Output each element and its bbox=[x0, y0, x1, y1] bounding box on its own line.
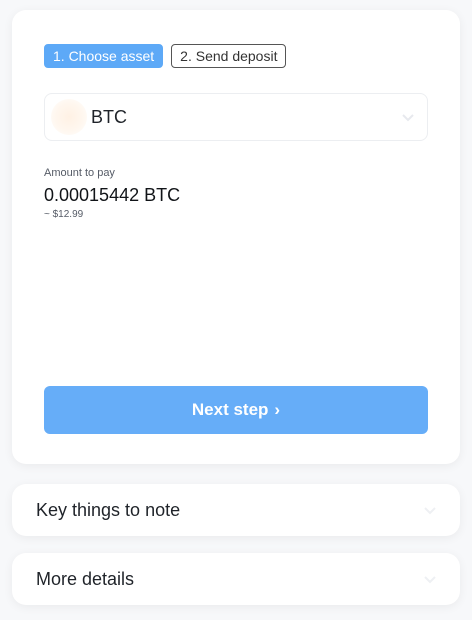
step-send-deposit[interactable]: 2. Send deposit bbox=[171, 44, 287, 68]
coin-icon bbox=[51, 99, 87, 135]
asset-select[interactable]: BTC bbox=[44, 93, 428, 141]
key-things-to-note-section[interactable]: Key things to note bbox=[12, 484, 460, 536]
amount-label: Amount to pay bbox=[44, 167, 115, 179]
next-step-label: Next step bbox=[191, 400, 269, 419]
key-things-to-note-label: Key things to note bbox=[36, 499, 181, 520]
chevron-right-icon: › bbox=[274, 400, 281, 419]
step-choose-asset[interactable]: 1. Choose asset bbox=[44, 44, 164, 68]
step-indicator: 1. Choose asset 2. Send deposit bbox=[44, 44, 428, 68]
amount-fiat-value: ~ $12.99 bbox=[44, 209, 84, 220]
chevron-down-icon bbox=[401, 110, 415, 124]
next-step-button[interactable]: Next step › bbox=[44, 386, 428, 434]
chevron-down-icon bbox=[424, 502, 436, 518]
deposit-card: 1. Choose asset 2. Send deposit BTC Amou… bbox=[12, 10, 460, 464]
more-details-section[interactable]: More details bbox=[12, 553, 460, 605]
amount-value: 0.00015442 BTC bbox=[44, 185, 181, 205]
chevron-down-icon bbox=[424, 571, 436, 587]
asset-name: BTC bbox=[91, 106, 127, 127]
more-details-label: More details bbox=[36, 568, 135, 589]
